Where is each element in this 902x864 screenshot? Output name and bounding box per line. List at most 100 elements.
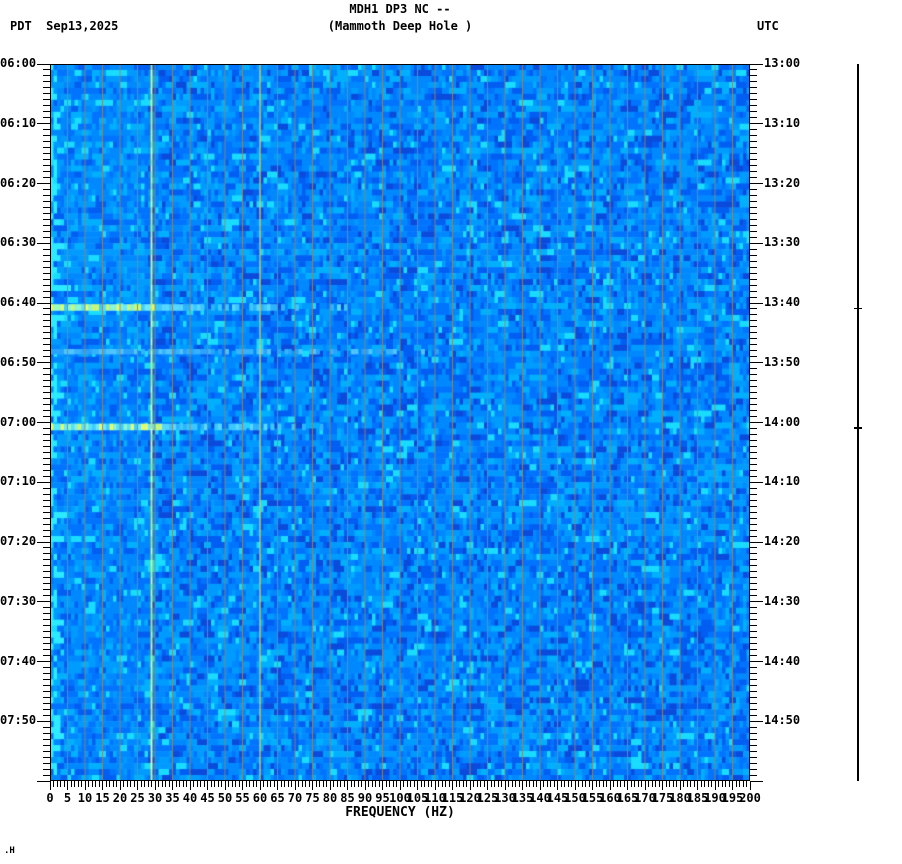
freq-tick bbox=[154, 781, 156, 790]
time-tick-left bbox=[37, 302, 50, 304]
time-tick-right bbox=[750, 559, 757, 561]
time-tick-right bbox=[750, 356, 757, 358]
freq-tick bbox=[102, 781, 103, 790]
utc-tick-label: 13:10 bbox=[764, 115, 801, 130]
freq-tick bbox=[725, 781, 726, 787]
time-tick-right bbox=[750, 655, 757, 657]
freq-tick bbox=[91, 781, 93, 787]
freq-tick bbox=[637, 781, 639, 787]
amplitude-trace bbox=[857, 64, 859, 781]
utc-tick-label: 14:20 bbox=[764, 534, 801, 548]
freq-tick bbox=[186, 781, 187, 787]
header-spacer bbox=[32, 19, 46, 33]
time-tick-right bbox=[750, 254, 757, 256]
time-tick-right bbox=[750, 99, 757, 101]
pdt-tick-label: 07:50 bbox=[0, 713, 37, 728]
time-tick-right bbox=[750, 762, 757, 764]
time-tick-right bbox=[750, 690, 757, 692]
time-tick-right bbox=[750, 643, 757, 645]
time-tick-right bbox=[750, 427, 757, 429]
freq-tick bbox=[396, 781, 397, 787]
freq-tick bbox=[399, 781, 401, 790]
time-tick-right bbox=[750, 469, 757, 471]
time-tick-left bbox=[43, 206, 50, 208]
time-tick-right bbox=[750, 511, 757, 513]
freq-tick bbox=[676, 781, 677, 787]
time-tick-right bbox=[750, 541, 763, 543]
freq-tick bbox=[501, 781, 502, 787]
time-tick-left bbox=[43, 511, 50, 513]
freq-tick bbox=[217, 781, 219, 787]
freq-tick bbox=[655, 781, 656, 787]
utc-tick-label: 13:20 bbox=[764, 175, 801, 190]
time-tick-right bbox=[750, 111, 757, 113]
time-tick-right bbox=[750, 260, 757, 262]
time-tick-left bbox=[43, 99, 50, 101]
time-tick-left bbox=[43, 147, 50, 149]
freq-tick bbox=[438, 781, 439, 787]
time-tick-left bbox=[43, 410, 50, 412]
time-tick-left bbox=[43, 392, 50, 394]
freq-tick bbox=[357, 781, 359, 787]
freq-tick bbox=[347, 781, 348, 790]
time-tick-right bbox=[750, 666, 757, 668]
freq-tick bbox=[536, 781, 537, 787]
time-tick-right bbox=[750, 404, 757, 406]
time-tick-left bbox=[43, 553, 50, 555]
freq-tick bbox=[165, 781, 166, 787]
time-tick-right bbox=[750, 93, 757, 95]
freq-tick bbox=[326, 781, 327, 787]
time-tick-right bbox=[750, 69, 757, 71]
freq-tick bbox=[56, 781, 58, 787]
freq-tick bbox=[550, 781, 551, 787]
spectrogram-canvas bbox=[50, 64, 750, 781]
time-tick-right bbox=[750, 672, 757, 674]
freq-tick bbox=[410, 781, 411, 787]
freq-tick bbox=[392, 781, 394, 787]
time-tick-right bbox=[750, 248, 757, 250]
freq-tick bbox=[368, 781, 369, 787]
time-tick-left bbox=[43, 105, 50, 107]
time-tick-left bbox=[43, 487, 50, 489]
freq-tick bbox=[508, 781, 509, 787]
time-tick-left bbox=[43, 613, 50, 615]
time-tick-right bbox=[750, 738, 757, 740]
time-tick-right bbox=[750, 726, 757, 728]
freq-tick bbox=[564, 781, 565, 787]
pdt-tick-label: 06:40 bbox=[0, 295, 37, 309]
freq-tick bbox=[683, 781, 684, 787]
time-tick-right bbox=[750, 398, 757, 400]
freq-tick bbox=[301, 781, 303, 787]
timezone-right-label: UTC bbox=[757, 19, 779, 33]
time-tick-left bbox=[43, 194, 50, 196]
time-tick-right bbox=[750, 702, 757, 704]
time-tick-right bbox=[750, 177, 757, 179]
time-tick-right bbox=[750, 165, 757, 167]
time-tick-left bbox=[43, 344, 50, 346]
pdt-tick-label: 07:20 bbox=[0, 534, 37, 548]
time-tick-left bbox=[43, 547, 50, 549]
time-tick-right bbox=[750, 266, 757, 268]
pdt-tick-label: 06:10 bbox=[0, 115, 37, 130]
utc-tick-label: 14:10 bbox=[764, 474, 801, 489]
freq-tick bbox=[112, 781, 114, 787]
freq-tick bbox=[424, 781, 425, 787]
freq-tick bbox=[641, 781, 642, 787]
freq-tick bbox=[88, 781, 89, 787]
time-tick-right bbox=[750, 326, 757, 328]
time-tick-left bbox=[43, 374, 50, 376]
freq-tick bbox=[735, 781, 737, 787]
freq-tick bbox=[504, 781, 506, 790]
freq-tick bbox=[151, 781, 152, 787]
freq-tick bbox=[728, 781, 730, 787]
time-tick-left bbox=[43, 427, 50, 429]
utc-tick-label: 14:50 bbox=[764, 713, 801, 728]
time-tick-left bbox=[43, 762, 50, 764]
time-tick-left bbox=[43, 69, 50, 71]
time-tick-left bbox=[43, 714, 50, 716]
freq-tick bbox=[452, 781, 453, 790]
freq-tick bbox=[700, 781, 702, 787]
freq-tick bbox=[585, 781, 586, 787]
freq-tick bbox=[105, 781, 107, 787]
spectrogram-page: MDH1 DP3 NC -- (Mammoth Deep Hole ) PDT … bbox=[0, 0, 902, 864]
